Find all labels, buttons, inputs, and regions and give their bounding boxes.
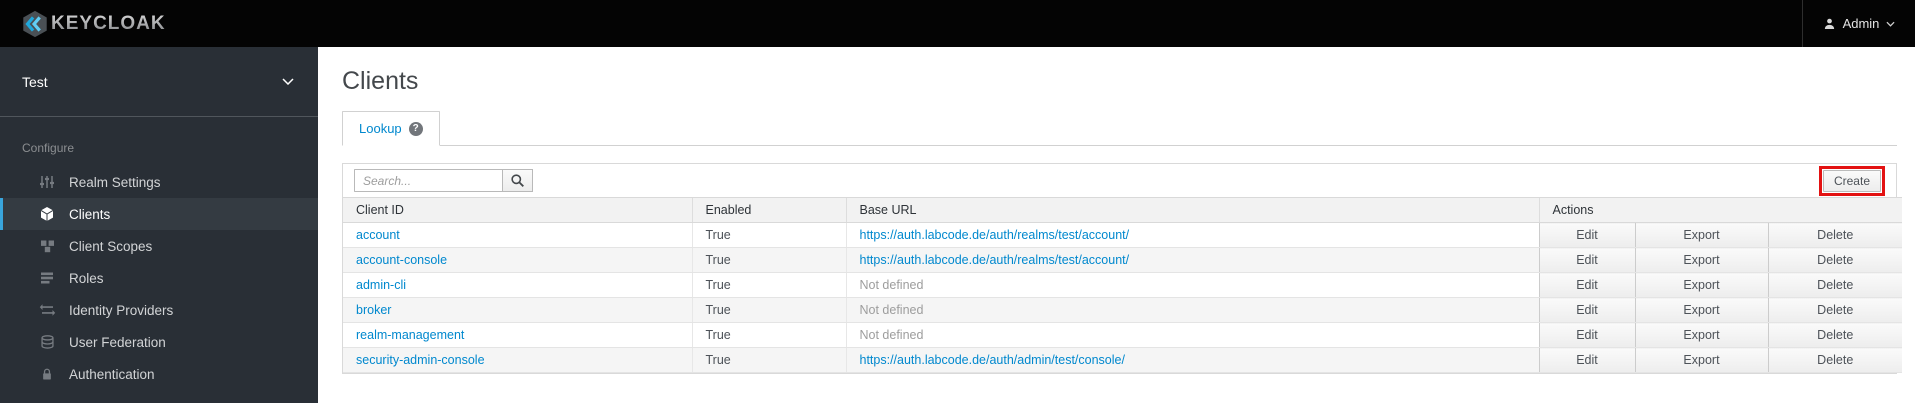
realm-selector[interactable]: Test [0,47,318,117]
delete-button[interactable]: Delete [1767,272,1902,298]
keycloak-hexagon-icon [23,10,47,37]
table-toolbar: Create [343,164,1896,197]
base-url-link[interactable]: https://auth.labcode.de/auth/admin/test/… [860,353,1125,367]
tab-lookup[interactable]: Lookup ? [342,111,440,146]
client-id-link[interactable]: account [356,228,400,242]
column-header-base-url: Base URL [845,197,1539,223]
column-header-client-id: Client ID [343,197,692,223]
base-url-link[interactable]: https://auth.labcode.de/auth/realms/test… [860,253,1130,267]
enabled-value: True [691,222,846,248]
sidebar-item-label: User Federation [69,334,166,350]
export-button[interactable]: Export [1634,272,1768,298]
sidebar-item-authentication[interactable]: Authentication [0,358,318,390]
export-button[interactable]: Export [1634,247,1768,273]
enabled-value: True [691,272,846,298]
clients-table: Client ID Enabled Base URL Actions accou… [343,197,1902,373]
sidebar-item-client-scopes[interactable]: Client Scopes [0,230,318,262]
edit-button[interactable]: Edit [1538,247,1635,273]
table-row: account-console True https://auth.labcode.… [343,247,1902,273]
create-button[interactable]: Create [1822,169,1881,192]
sidebar-item-roles[interactable]: Roles [0,262,318,294]
user-menu[interactable]: Admin [1802,0,1915,47]
export-button[interactable]: Export [1634,347,1768,373]
lock-icon [38,366,56,382]
client-id-link[interactable]: broker [356,303,391,317]
user-icon [1824,18,1834,29]
chevron-down-icon [1886,21,1895,27]
client-id-link[interactable]: account-console [356,253,447,267]
tab-bar: Lookup ? [342,111,1897,146]
database-icon [38,334,56,350]
list-icon [38,270,56,286]
search-input[interactable] [354,169,502,192]
realm-name: Test [22,73,48,90]
delete-button[interactable]: Delete [1767,222,1902,248]
exchange-icon [38,303,56,317]
chevron-down-icon [282,78,294,85]
cube-icon [38,206,56,222]
sidebar-item-label: Authentication [69,366,155,382]
base-url-not-defined: Not defined [859,328,924,342]
sidebar-item-clients[interactable]: Clients [0,198,318,230]
edit-button[interactable]: Edit [1538,222,1635,248]
annotation-highlight: Create [1818,165,1885,196]
column-header-enabled: Enabled [691,197,846,223]
sidebar-item-label: Identity Providers [69,302,174,318]
sidebar-item-user-federation[interactable]: User Federation [0,326,318,358]
base-url-link[interactable]: https://auth.labcode.de/auth/realms/test… [860,228,1130,242]
sidebar-item-label: Realm Settings [69,174,161,190]
search-icon [511,174,524,187]
main-content: Clients Lookup ? Cre [318,47,1915,403]
delete-button[interactable]: Delete [1767,247,1902,273]
brand-text: KEYCLOAK [51,12,166,34]
base-url-not-defined: Not defined [859,303,924,317]
sidebar-item-label: Client Scopes [69,238,153,254]
enabled-value: True [691,247,846,273]
enabled-value: True [691,347,846,373]
sidebar-item-identity-providers[interactable]: Identity Providers [0,294,318,326]
client-id-link[interactable]: admin-cli [356,278,406,292]
sidebar-item-realm-settings[interactable]: Realm Settings [0,166,318,198]
cubes-icon [38,238,56,254]
table-row: account True https://auth.labcode.de/auth/… [343,222,1902,248]
top-bar: KEYCLOAK Admin [0,0,1915,47]
export-button[interactable]: Export [1634,222,1768,248]
tab-lookup-label: Lookup [359,121,402,136]
table-row: security-admin-console True https://auth.l… [343,347,1902,373]
enabled-value: True [691,297,846,323]
table-header-row: Client ID Enabled Base URL Actions [343,197,1902,223]
user-label: Admin [1842,16,1880,31]
table-row: realm-management True Not defined Edit Expor… [343,322,1902,348]
delete-button[interactable]: Delete [1767,347,1902,373]
edit-button[interactable]: Edit [1538,297,1635,323]
enabled-value: True [691,322,846,348]
client-id-link[interactable]: security-admin-console [356,353,485,367]
export-button[interactable]: Export [1634,297,1768,323]
clients-panel: Create Client ID Enabled Base URL Action… [342,163,1902,374]
sliders-icon [38,174,56,190]
sidebar-item-label: Roles [69,270,104,286]
client-id-link[interactable]: realm-management [356,328,464,342]
table-row: broker True Not defined Edit Export Delete [343,297,1902,323]
sidebar-item-label: Clients [69,206,111,222]
sidebar: Test Configure Realm Settings Clients Clie… [0,47,318,403]
base-url-not-defined: Not defined [859,278,924,292]
column-header-actions: Actions [1538,197,1902,223]
delete-button[interactable]: Delete [1767,322,1902,348]
edit-button[interactable]: Edit [1538,322,1635,348]
page-title: Clients [342,67,419,95]
configure-section-label: Configure [22,141,75,155]
edit-button[interactable]: Edit [1538,347,1635,373]
search-group [354,169,533,192]
search-button[interactable] [502,169,533,192]
sidebar-nav: Realm Settings Clients Client Scopes Roles I… [0,166,318,390]
table-row: admin-cli True Not defined Edit Export Delete [343,272,1902,298]
delete-button[interactable]: Delete [1767,297,1902,323]
keycloak-logo[interactable]: KEYCLOAK [20,9,166,39]
help-icon[interactable]: ? [408,121,423,136]
edit-button[interactable]: Edit [1538,272,1635,298]
export-button[interactable]: Export [1634,322,1768,348]
